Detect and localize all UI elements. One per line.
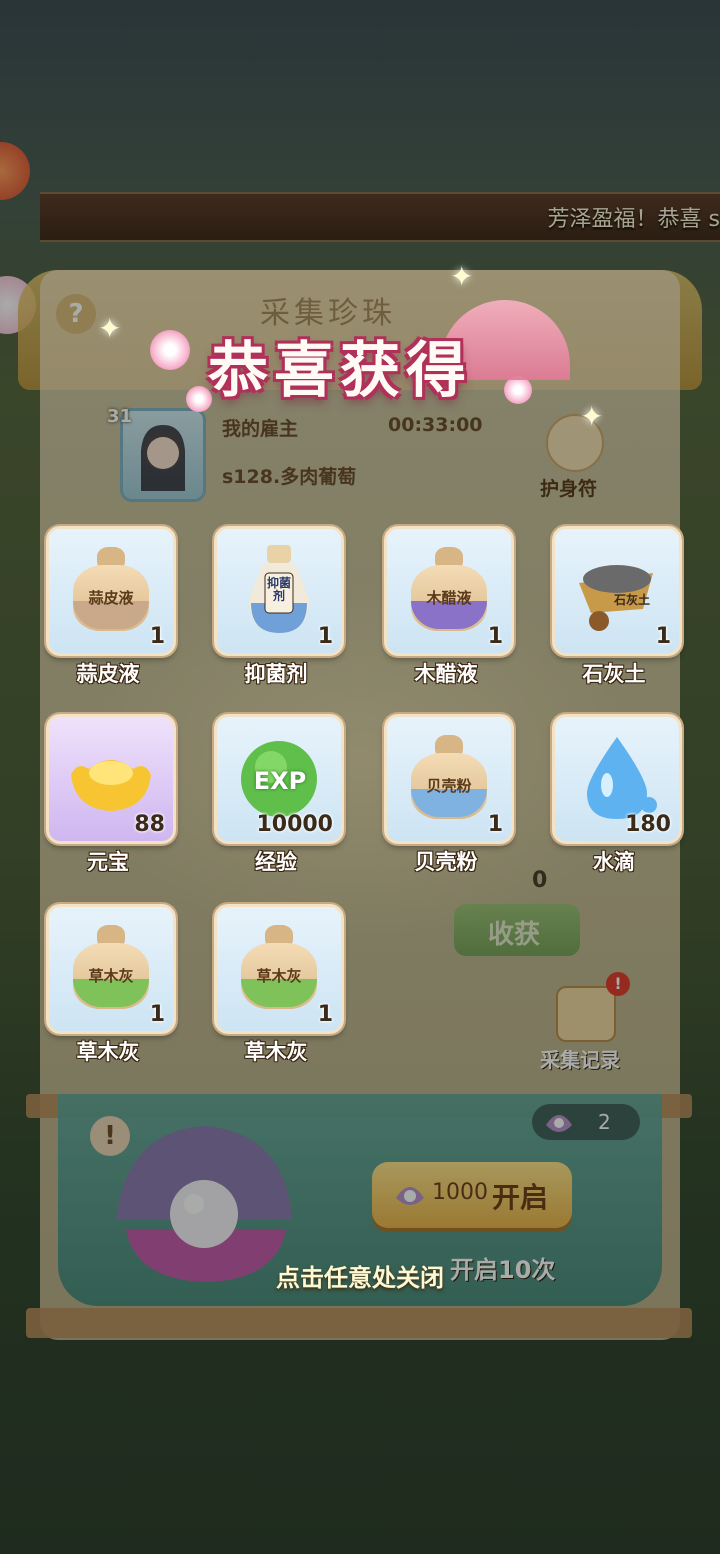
reward-quantity: 1 bbox=[655, 624, 671, 649]
close-hint[interactable]: 点击任意处关闭 bbox=[0, 1258, 720, 1293]
sack-icon: 木醋液 bbox=[405, 543, 493, 635]
reward-name: 草木灰 bbox=[76, 1040, 140, 1064]
sack-icon: 草木灰 bbox=[67, 921, 155, 1013]
reward-item[interactable]: 抑菌剂 1 bbox=[214, 526, 344, 656]
gold-ingot-icon bbox=[67, 731, 155, 823]
exp-tag: EXP bbox=[253, 767, 307, 795]
reward-name: 经验 bbox=[255, 850, 297, 874]
reward-quantity: 1 bbox=[149, 624, 165, 649]
reward-quantity: 88 bbox=[134, 812, 165, 837]
flower-decoration-icon bbox=[150, 330, 190, 370]
sack-tag: 草木灰 bbox=[256, 967, 302, 985]
reward-name: 元宝 bbox=[87, 850, 129, 874]
reward-item[interactable]: EXP 10000 bbox=[214, 714, 344, 844]
reward-item[interactable]: 石灰土 1 bbox=[552, 526, 682, 656]
reward-quantity: 1 bbox=[149, 1002, 165, 1027]
reward-quantity: 1 bbox=[317, 1002, 333, 1027]
wheelbarrow-tag: 石灰土 bbox=[613, 593, 650, 607]
reward-item[interactable]: 蒜皮液 1 bbox=[46, 526, 176, 656]
reward-quantity: 180 bbox=[625, 812, 671, 837]
reward-quantity: 1 bbox=[487, 812, 503, 837]
sack-tag: 蒜皮液 bbox=[88, 589, 134, 607]
reward-name: 木醋液 bbox=[414, 662, 478, 686]
reward-name: 蒜皮液 bbox=[76, 662, 140, 686]
sack-tag: 贝壳粉 bbox=[426, 777, 472, 795]
bottle-tag: 抑菌剂 bbox=[266, 576, 291, 603]
water-drop-icon bbox=[573, 731, 661, 823]
exp-orb-icon: EXP bbox=[235, 731, 323, 823]
sack-icon: 蒜皮液 bbox=[67, 543, 155, 635]
wheelbarrow-icon: 石灰土 bbox=[573, 543, 661, 635]
reward-item[interactable]: 木醋液 1 bbox=[384, 526, 514, 656]
sack-icon: 草木灰 bbox=[235, 921, 323, 1013]
reward-item[interactable]: 180 bbox=[552, 714, 682, 844]
reward-item[interactable]: 贝壳粉 1 bbox=[384, 714, 514, 844]
sack-tag: 木醋液 bbox=[426, 589, 472, 607]
flower-decoration-icon bbox=[504, 376, 532, 404]
popup-title: 恭喜获得 bbox=[208, 336, 472, 406]
reward-quantity: 1 bbox=[317, 624, 333, 649]
sack-tag: 草木灰 bbox=[88, 967, 134, 985]
reward-quantity: 1 bbox=[487, 624, 503, 649]
reward-name: 抑菌剂 bbox=[244, 662, 308, 686]
reward-name: 水滴 bbox=[593, 850, 635, 874]
sack-icon: 贝壳粉 bbox=[405, 731, 493, 823]
bottle-icon: 抑菌剂 bbox=[235, 543, 323, 635]
reward-name: 草木灰 bbox=[244, 1040, 308, 1064]
reward-item[interactable]: 88 bbox=[46, 714, 176, 844]
reward-quantity: 10000 bbox=[256, 812, 333, 837]
sparkle-icon: ✦ bbox=[450, 260, 474, 293]
sparkle-icon: ✦ bbox=[580, 400, 604, 433]
sparkle-icon: ✦ bbox=[98, 312, 122, 345]
reward-item[interactable]: 草木灰 1 bbox=[214, 904, 344, 1034]
reward-name: 石灰土 bbox=[582, 662, 646, 686]
reward-item[interactable]: 草木灰 1 bbox=[46, 904, 176, 1034]
reward-name: 贝壳粉 bbox=[414, 850, 478, 874]
